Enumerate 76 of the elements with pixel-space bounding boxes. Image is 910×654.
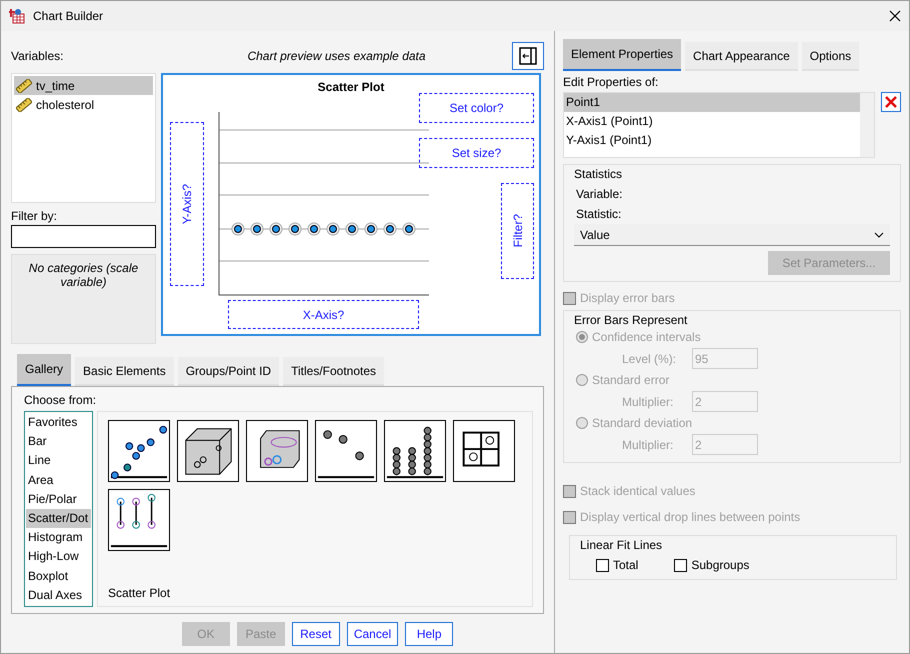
tab[interactable]: Chart Appearance (685, 42, 798, 71)
tab[interactable]: Gallery (17, 354, 72, 386)
chart-type-item[interactable]: Scatter/Dot (26, 508, 91, 528)
chart-type-item[interactable]: Boxplot (26, 566, 91, 586)
field-label: Level (%): (622, 352, 678, 366)
chart-type-item[interactable]: Dual Axes (26, 586, 91, 605)
variable-item[interactable]: cholesterol (14, 95, 153, 114)
chart-type-item[interactable]: Area (26, 470, 91, 490)
checkbox-label: Display vertical drop lines between points (580, 510, 800, 524)
chevron-down-icon (874, 232, 884, 238)
chart-thumbnail-icon[interactable] (177, 420, 239, 482)
field-label: Multiplier: (622, 394, 674, 408)
tab[interactable]: Groups/Point ID (178, 357, 280, 386)
tab[interactable]: Titles/Footnotes (283, 357, 384, 386)
radio-label: Standard error (592, 373, 670, 387)
checkbox-label: Stack identical values (580, 484, 696, 498)
chart-type-item[interactable]: Favorites (26, 413, 91, 432)
expand-preview-button[interactable] (512, 42, 544, 70)
drop-zone[interactable]: Y-Axis? (170, 122, 204, 286)
chart-type-item[interactable]: Bar (26, 432, 91, 452)
chart-type-item[interactable]: Pie/Polar (26, 490, 91, 509)
ruler-icon (16, 98, 32, 112)
element-item[interactable]: Point1 (564, 93, 860, 112)
edit-properties-label: Edit Properties of: (563, 75, 660, 89)
app-icon (9, 8, 25, 24)
group-title: Error Bars Represent (574, 313, 688, 327)
chart-thumbnail-icon[interactable] (108, 489, 170, 551)
tab[interactable]: Element Properties (563, 39, 682, 71)
variable-item[interactable]: tv_time (14, 76, 153, 95)
gallery-caption: Scatter Plot (108, 586, 172, 600)
checkbox-label: Subgroups (691, 558, 750, 572)
checkbox-label: Display error bars (580, 291, 675, 305)
categories-note: No categories (scale variable) (28, 261, 138, 289)
tab[interactable]: Basic Elements (75, 357, 174, 386)
chart-type-item[interactable]: Histogram (26, 528, 91, 548)
tab[interactable]: Options (802, 42, 860, 71)
filter-label: Filter by: (11, 209, 58, 223)
drop-zone[interactable]: Set size? (419, 138, 534, 168)
choose-from-label: Choose from: (24, 393, 98, 407)
filter-field[interactable] (11, 225, 156, 248)
dialog-button[interactable]: Reset (292, 622, 340, 646)
dialog-button[interactable]: Cancel (346, 622, 398, 646)
checkbox[interactable] (674, 558, 688, 572)
element-item[interactable]: Y-Axis1 (Point1) (564, 131, 860, 150)
checkbox-label: Total (613, 558, 638, 572)
chart-thumbnail-icon[interactable] (246, 420, 308, 482)
variables-label: Variables: (11, 49, 64, 63)
preview-note: Chart preview uses example data (246, 49, 427, 63)
group-title: Statistics (574, 167, 624, 181)
panel-arrow-icon (517, 45, 539, 67)
drop-zone[interactable]: Set color? (419, 93, 534, 123)
ruler-icon (16, 78, 32, 92)
checkbox[interactable] (596, 558, 609, 572)
chart-type-item[interactable]: Line (26, 451, 91, 471)
group-title: Linear Fit Lines (580, 538, 664, 552)
window-title: Chart Builder (33, 9, 104, 23)
chart-type-item[interactable]: High-Low (26, 547, 91, 566)
close-icon[interactable] (889, 10, 901, 22)
chart-thumbnail-icon[interactable] (315, 420, 377, 482)
delete-button[interactable] (881, 92, 901, 112)
chart-thumbnail-icon[interactable] (384, 420, 446, 482)
close-icon (884, 95, 898, 109)
radio-label: Confidence intervals (592, 330, 701, 344)
variable-label: Variable: (575, 187, 624, 201)
dialog-button[interactable]: Help (405, 622, 454, 646)
drop-zone[interactable]: X-Axis? (228, 300, 419, 329)
radio-label: Standard deviation (592, 416, 692, 430)
element-item[interactable]: X-Axis1 (Point1) (564, 112, 860, 131)
chart-title: Scatter Plot (316, 80, 386, 94)
drop-zone[interactable]: Filter? (501, 183, 534, 279)
scrollbar[interactable] (860, 93, 874, 157)
field-label: Multiplier: (622, 438, 674, 452)
statistic-dropdown[interactable]: Value (574, 224, 890, 246)
statistic-label: Statistic: (575, 207, 622, 221)
chart-thumbnail-icon[interactable] (453, 420, 515, 482)
chart-thumbnail-icon[interactable] (108, 420, 170, 482)
